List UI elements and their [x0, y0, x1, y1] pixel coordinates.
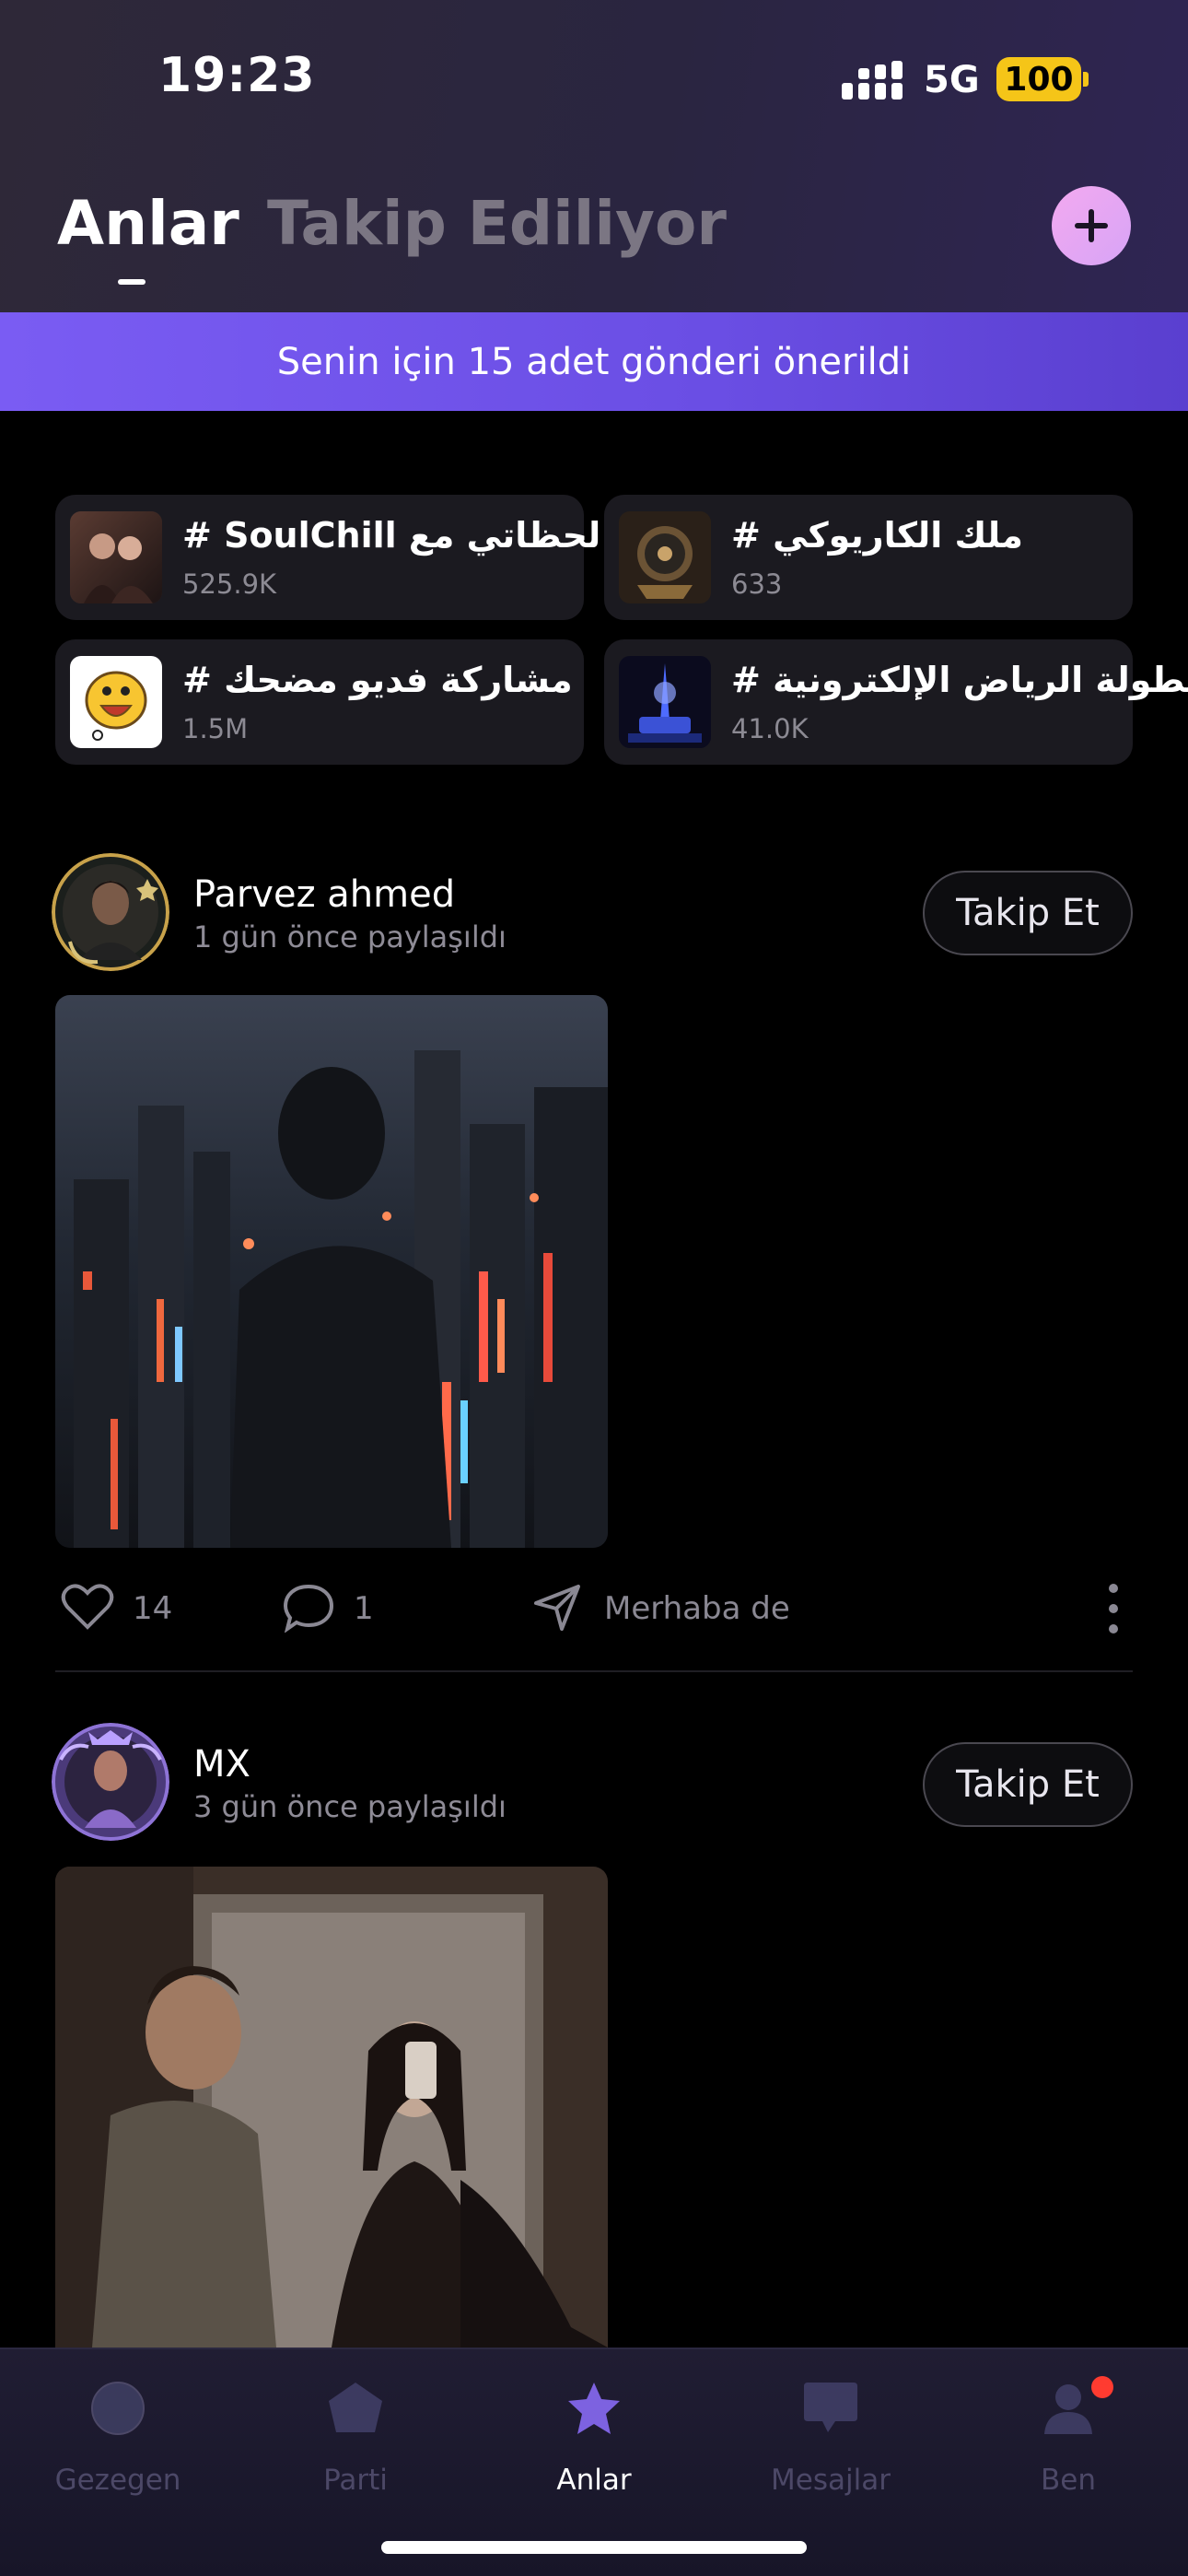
battery-icon: 100 [996, 57, 1081, 101]
topic-title: # ملك الكاريوكي [731, 515, 1023, 556]
topic-count: 1.5M [182, 713, 249, 744]
tab-anlar[interactable]: Anlar [57, 188, 239, 259]
status-time: 19:23 [158, 48, 316, 103]
nav-label: Anlar [556, 2464, 632, 2497]
planet-icon [91, 2382, 145, 2435]
send-icon[interactable] [532, 1583, 582, 1633]
more-options-icon[interactable] [1107, 1583, 1120, 1634]
tab-active-indicator [118, 279, 146, 285]
topic-thumbnail [70, 511, 162, 603]
status-bar: 19:23 5G 100 [0, 0, 1188, 161]
banner-text: Senin için 15 adet gönderi önerildi [276, 340, 912, 383]
network-type: 5G [924, 59, 980, 101]
recommendation-banner[interactable]: Senin için 15 adet gönderi önerildi [0, 312, 1188, 411]
post-image[interactable] [55, 995, 608, 1548]
tab-following[interactable]: Takip Ediliyor [267, 188, 727, 259]
follow-button[interactable]: Takip Et [923, 1742, 1133, 1827]
profile-icon [1044, 2384, 1092, 2434]
topic-title: # SoulChill لحظاتي مع [182, 515, 601, 556]
post-time: 1 gün önce paylaşıldı [193, 919, 507, 954]
party-icon [329, 2383, 382, 2432]
follow-button[interactable]: Takip Et [923, 871, 1133, 955]
nav-item-anlar[interactable]: Anlar [493, 2371, 695, 2510]
nav-label: Mesajlar [771, 2464, 891, 2497]
avatar[interactable] [52, 853, 169, 971]
topic-title: # مشاركة فديو مضحك [182, 660, 573, 700]
notification-badge [1091, 2376, 1113, 2398]
comment-count: 1 [354, 1590, 374, 1627]
post-time: 3 gün önce paylaşıldı [193, 1789, 507, 1824]
post-username[interactable]: Parvez ahmed [193, 873, 455, 916]
star-icon [568, 2383, 620, 2434]
like-icon[interactable] [61, 1583, 114, 1631]
topic-thumbnail [619, 511, 711, 603]
signal-icon [842, 61, 903, 100]
post-image[interactable] [55, 1867, 608, 2348]
home-indicator [381, 2541, 807, 2554]
nav-label: Parti [323, 2464, 388, 2497]
topic-thumbnail [70, 656, 162, 748]
topic-thumbnail [619, 656, 711, 748]
follow-label: Takip Et [956, 892, 1100, 934]
topic-card[interactable]: # ملك الكاريوكي 633 [604, 495, 1133, 620]
add-post-button[interactable] [1052, 186, 1131, 265]
follow-label: Takip Et [956, 1763, 1100, 1806]
message-icon [804, 2383, 857, 2432]
topic-count: 633 [731, 568, 783, 600]
nav-item-gezegen[interactable]: Gezegen [17, 2371, 219, 2510]
topic-title: # بطولة الرياض الإلكترونية [731, 660, 1188, 700]
post-username[interactable]: MX [193, 1743, 250, 1786]
greet-button[interactable]: Merhaba de [604, 1590, 790, 1627]
nav-label: Gezegen [54, 2464, 181, 2497]
nav-label: Ben [1041, 2464, 1096, 2497]
comment-icon[interactable] [282, 1583, 335, 1633]
nav-item-mesajlar[interactable]: Mesajlar [729, 2371, 932, 2510]
topic-count: 525.9K [182, 568, 277, 600]
plus-icon [1075, 209, 1108, 242]
topic-card[interactable]: # بطولة الرياض الإلكترونية 41.0K [604, 639, 1188, 765]
topic-card[interactable]: # SoulChill لحظاتي مع 525.9K [55, 495, 600, 620]
nav-item-parti[interactable]: Parti [254, 2371, 457, 2510]
topic-count: 41.0K [731, 713, 809, 744]
battery-level: 100 [1004, 60, 1074, 99]
battery-tip [1083, 72, 1089, 87]
post-divider [55, 1670, 1133, 1672]
like-count: 14 [133, 1590, 173, 1627]
avatar[interactable] [52, 1723, 169, 1841]
nav-item-ben[interactable]: Ben [967, 2371, 1170, 2510]
topic-card[interactable]: # مشاركة فديو مضحك 1.5M [55, 639, 584, 765]
